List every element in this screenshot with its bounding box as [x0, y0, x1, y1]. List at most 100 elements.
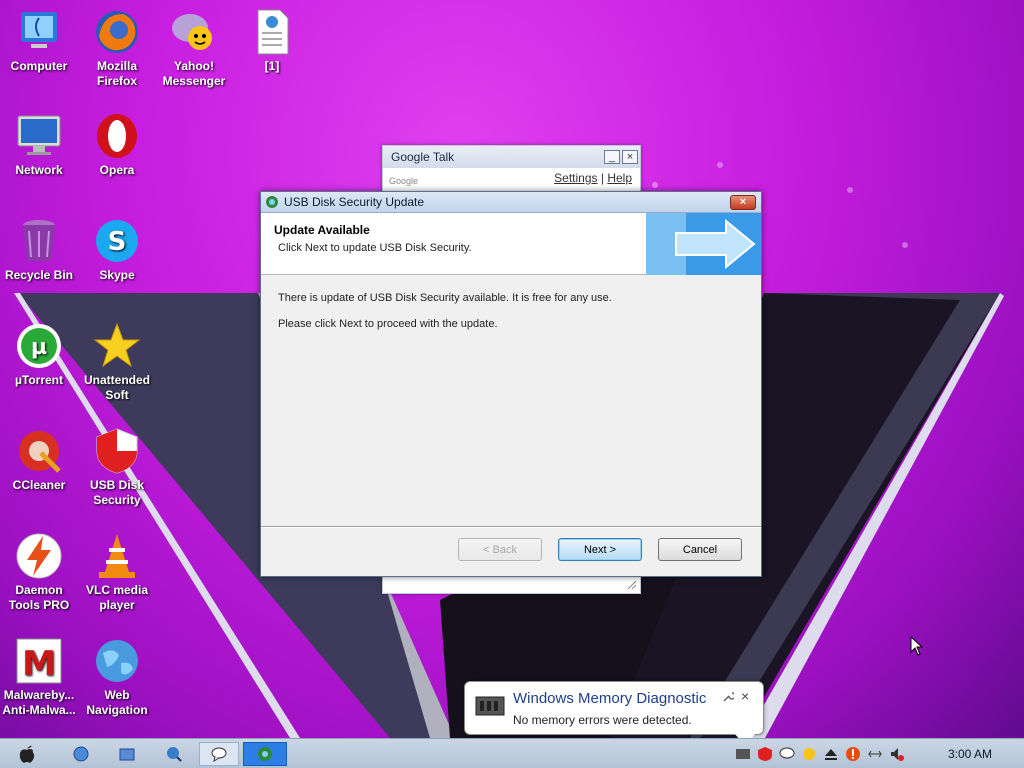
star-icon — [93, 322, 141, 370]
notification-title: Windows Memory Diagnostic — [513, 690, 707, 707]
vlc-cone-icon — [93, 532, 141, 580]
messenger-tray-icon[interactable] — [801, 746, 817, 762]
desktop-icon-label: Web Navigation — [86, 688, 148, 717]
desktop-icon-label: USB Disk Security — [89, 478, 145, 507]
desktop-icon-recycle-bin[interactable]: Recycle Bin — [0, 217, 79, 283]
malwarebytes-icon: M — [15, 637, 63, 685]
desktop-icon-label: Mozilla Firefox — [96, 59, 137, 88]
desktop-icon-label: [1] — [264, 59, 280, 73]
back-button[interactable]: < Back — [458, 538, 542, 561]
lightning-icon — [15, 532, 63, 580]
google-talk-taskbar-icon[interactable] — [199, 742, 239, 766]
svg-text:µ: µ — [31, 335, 47, 360]
link-separator: | — [600, 171, 604, 185]
wrench-icon[interactable] — [722, 691, 734, 703]
google-talk-title: Google Talk — [391, 150, 455, 164]
google-talk-titlebar[interactable]: Google Talk _ × — [383, 146, 640, 168]
close-button[interactable]: × — [741, 688, 749, 704]
network-icon — [15, 112, 63, 160]
desktop-icon-usb-disk-security[interactable]: USB Disk Security — [77, 427, 157, 508]
desktop-icon-utorrent[interactable]: µ µTorrent — [0, 322, 79, 388]
dialog-header: Update Available Click Next to update US… — [261, 213, 761, 275]
usb-update-dialog[interactable]: USB Disk Security Update × Update Availa… — [260, 191, 762, 577]
cancel-button[interactable]: Cancel — [658, 538, 742, 561]
dialog-separator — [261, 526, 761, 528]
desktop-icon-label: Skype — [99, 268, 135, 282]
desktop-icon-label: Yahoo! Messenger — [162, 59, 226, 88]
shield-tray-icon[interactable] — [757, 746, 773, 762]
yahoo-messenger-icon — [170, 8, 218, 56]
apple-start-icon[interactable] — [14, 742, 40, 766]
memory-tray-icon[interactable] — [735, 746, 751, 762]
close-button[interactable]: × — [730, 194, 756, 210]
resize-grip-icon[interactable] — [626, 579, 636, 589]
desktop-icon-label: Unattended Soft — [84, 373, 150, 402]
dialog-body: There is update of USB Disk Security ava… — [261, 276, 761, 526]
desktop-icon-unattended-soft[interactable]: Unattended Soft — [77, 322, 157, 403]
memory-diagnostic-notification[interactable]: Windows Memory Diagnostic No memory erro… — [464, 681, 764, 746]
volume-muted-icon[interactable] — [889, 746, 905, 762]
desktop-icon-label: VLC media player — [85, 583, 148, 612]
desktop-icon-file-1[interactable]: [1] — [232, 8, 312, 74]
google-talk-logo: Google — [389, 176, 419, 186]
arrow-banner-icon — [646, 213, 761, 275]
desktop-icon-ccleaner[interactable]: CCleaner — [0, 427, 79, 493]
dialog-subheading: Click Next to update USB Disk Security. — [278, 242, 472, 254]
desktop-icon-label: Malwareby... Anti-Malwa... — [2, 688, 76, 717]
opera-icon — [93, 112, 141, 160]
desktop-icon-label: µTorrent — [14, 373, 64, 387]
usb-security-taskbar-icon[interactable] — [243, 742, 287, 766]
desktop-icon-skype[interactable]: S Skype — [77, 217, 157, 283]
usb-security-icon — [266, 196, 278, 208]
desktop-icon-malwarebytes[interactable]: M Malwareby... Anti-Malwa... — [0, 637, 79, 718]
network-tray-icon[interactable] — [867, 746, 883, 762]
globe-icon — [93, 637, 141, 685]
dialog-heading: Update Available — [274, 223, 370, 237]
next-button[interactable]: Next > — [558, 538, 642, 561]
explorer-taskbar-icon[interactable] — [114, 742, 140, 766]
close-button[interactable]: × — [622, 150, 638, 164]
desktop-icon-yahoo-messenger[interactable]: Yahoo! Messenger — [154, 8, 234, 89]
browser-taskbar-icon[interactable] — [68, 742, 94, 766]
google-talk-links: Settings | Help — [554, 171, 632, 185]
search-taskbar-icon[interactable] — [161, 742, 187, 766]
skype-icon: S — [93, 217, 141, 265]
desktop-icon-vlc[interactable]: VLC media player — [77, 532, 157, 613]
dialog-message-1: There is update of USB Disk Security ava… — [278, 292, 612, 304]
firefox-icon — [93, 8, 141, 56]
taskbar-clock[interactable]: 3:00 AM — [948, 747, 992, 761]
shield-icon — [93, 427, 141, 475]
minimize-button[interactable]: _ — [604, 150, 620, 164]
svg-text:S: S — [108, 227, 127, 257]
dialog-title: USB Disk Security Update — [284, 195, 425, 209]
desktop-icon-label: Recycle Bin — [4, 268, 74, 282]
desktop-icon-computer[interactable]: Computer — [0, 8, 79, 74]
desktop-icon-firefox[interactable]: Mozilla Firefox — [77, 8, 157, 89]
desktop-icon-daemon-tools[interactable]: Daemon Tools PRO — [0, 532, 79, 613]
help-link[interactable]: Help — [607, 171, 632, 185]
ccleaner-icon — [15, 427, 63, 475]
notification-message: No memory errors were detected. — [513, 713, 692, 727]
desktop-icon-label: Computer — [10, 59, 68, 73]
alert-tray-icon[interactable] — [845, 746, 861, 762]
dialog-message-2: Please click Next to proceed with the up… — [278, 318, 498, 330]
computer-icon — [15, 8, 63, 56]
svg-text:M: M — [22, 644, 56, 684]
desktop-icon-opera[interactable]: Opera — [77, 112, 157, 178]
mouse-cursor-icon — [910, 636, 924, 656]
desktop-icon-network[interactable]: Network — [0, 112, 79, 178]
settings-link[interactable]: Settings — [554, 171, 597, 185]
web-document-icon — [248, 8, 296, 56]
recycle-bin-icon — [15, 217, 63, 265]
desktop-icon-label: Opera — [99, 163, 135, 177]
desktop-icon-label: Network — [15, 163, 63, 177]
chat-tray-icon[interactable] — [779, 746, 795, 762]
desktop-icon-web-navigation[interactable]: Web Navigation — [77, 637, 157, 718]
desktop-icon-label: CCleaner — [12, 478, 66, 492]
dialog-titlebar[interactable]: USB Disk Security Update × — [261, 192, 761, 213]
memory-chip-icon — [475, 696, 505, 716]
desktop-icon-label: Daemon Tools PRO — [8, 583, 70, 612]
system-tray — [735, 743, 905, 765]
eject-tray-icon[interactable] — [823, 746, 839, 762]
utorrent-icon: µ — [15, 322, 63, 370]
